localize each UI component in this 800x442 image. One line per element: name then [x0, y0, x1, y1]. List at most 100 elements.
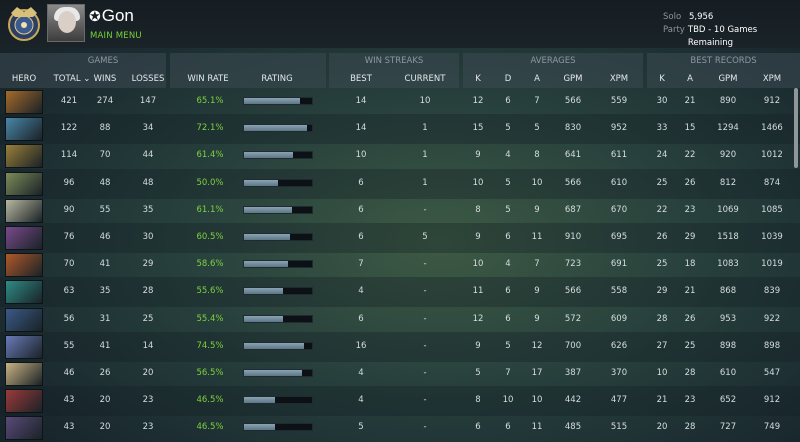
cell-d: 6: [505, 422, 511, 433]
cell-k: 9: [475, 150, 481, 161]
cell-k: 12: [472, 313, 484, 324]
cell-d: 5: [505, 204, 511, 215]
cell-losses: 14: [142, 340, 154, 351]
cell-ba: 28: [684, 368, 696, 378]
table-row[interactable]: 76 46 30 60.5% 6 5 9 6 11 910 695 26 29 1518 1039: [0, 223, 800, 253]
cell-d: 5: [505, 177, 511, 188]
cell-xpm: 691: [610, 259, 628, 270]
cell-total: 122: [60, 123, 78, 134]
cell-d: 10: [502, 395, 514, 406]
cell-losses: 23: [142, 422, 154, 433]
cell-bgpm: 898: [719, 340, 737, 351]
cell-bgpm: 1518: [717, 232, 739, 242]
rating-bar: [243, 124, 313, 133]
table-row[interactable]: 70 41 29 58.6% 7 - 10 4 7 723 691 25 18 1083 1019: [0, 250, 800, 280]
col-streak-current[interactable]: CURRENT: [402, 74, 448, 84]
cell-ba: 18: [684, 259, 696, 270]
hero-portrait-icon[interactable]: [5, 389, 43, 414]
col-streak-best[interactable]: BEST: [346, 74, 376, 84]
col-avg-d[interactable]: D: [500, 74, 516, 84]
cell-total: 114: [60, 150, 78, 161]
hero-portrait-icon[interactable]: [5, 117, 43, 142]
cell-bgpm: 953: [719, 313, 737, 324]
cell-gpm: 442: [564, 395, 582, 406]
cell-bgpm: 610: [719, 368, 737, 378]
col-avg-xpm[interactable]: XPM: [605, 74, 633, 84]
cell-bgpm: 812: [719, 177, 737, 188]
table-row[interactable]: 56 31 25 55.4% 6 - 12 6 9 572 609 28 26 953 922: [0, 305, 800, 335]
table-row[interactable]: 43 20 23 46.5% 5 - 6 6 11 485 515 20 28 727 749: [0, 413, 800, 442]
hero-portrait-icon[interactable]: [5, 334, 43, 359]
rating-bar-fill: [244, 342, 304, 349]
rating-bar: [243, 178, 313, 187]
table-row[interactable]: 90 55 35 61.1% 6 - 8 5 9 687 670 22 23 1069 1085: [0, 196, 800, 226]
table-row[interactable]: 114 70 44 61.4% 10 1 9 4 8 641 611 24 22 920 1012: [0, 141, 800, 171]
hero-portrait-icon[interactable]: [5, 226, 43, 250]
table-row[interactable]: 46 26 20 56.5% 4 - 5 7 17 387 370 10 28 610 547: [0, 359, 800, 389]
cell-bgpm: 920: [719, 150, 737, 161]
cell-k: 10: [472, 177, 484, 188]
col-losses[interactable]: LOSSES: [130, 74, 166, 84]
cell-bxpm: 898: [763, 340, 781, 351]
cell-k: 9: [475, 340, 481, 351]
cell-bxpm: 1466: [761, 123, 783, 134]
table-row[interactable]: 421 274 147 65.1% 14 10 12 6 7 566 559 30 21 890 912: [0, 87, 800, 117]
cell-a: 9: [534, 313, 540, 324]
cell-bgpm: 1294: [717, 123, 739, 134]
hero-portrait-icon[interactable]: [5, 90, 43, 114]
table-row[interactable]: 122 88 34 72.1% 14 1 15 5 5 830 952 33 15 1294 1466: [0, 114, 800, 145]
sort-down-icon: ⌄: [80, 74, 91, 84]
cell-current: -: [423, 286, 427, 297]
col-total[interactable]: TOTAL ⌄: [52, 74, 92, 84]
col-win-rate[interactable]: WIN RATE: [183, 74, 233, 84]
col-avg-gpm[interactable]: GPM: [559, 74, 587, 84]
col-hero[interactable]: HERO: [6, 74, 42, 84]
cell-wins: 55: [99, 204, 111, 215]
rating-bar: [243, 205, 313, 214]
hero-portrait-icon[interactable]: [5, 253, 43, 278]
cell-ba: 26: [684, 177, 696, 188]
player-avatar[interactable]: [47, 4, 85, 42]
hero-portrait-icon[interactable]: [5, 362, 43, 386]
table-row[interactable]: 43 20 23 46.5% 4 - 8 10 10 442 477 21 23 652 912: [0, 386, 800, 417]
col-rating[interactable]: RATING: [252, 74, 302, 84]
cell-ba: 29: [684, 232, 696, 242]
col-best-a[interactable]: A: [682, 74, 698, 84]
cell-bxpm: 839: [763, 286, 781, 297]
hero-portrait-icon[interactable]: [5, 144, 43, 169]
cell-gpm: 566: [564, 286, 582, 297]
cell-current: -: [423, 204, 427, 215]
cell-bgpm: 1083: [717, 259, 739, 270]
rating-bar: [243, 369, 313, 377]
table-row[interactable]: 96 48 48 50.0% 6 1 10 5 10 566 610 25 26 812 874: [0, 168, 800, 199]
col-wins[interactable]: WINS: [90, 74, 120, 84]
col-avg-a[interactable]: A: [529, 74, 545, 84]
cell-current: 10: [419, 96, 431, 106]
cell-wins: 20: [99, 395, 111, 406]
cell-d: 6: [505, 232, 511, 242]
hero-portrait-icon[interactable]: [5, 416, 43, 441]
cell-a: 8: [534, 150, 540, 161]
main-menu-link[interactable]: MAIN MENU: [90, 31, 142, 41]
hero-portrait-icon[interactable]: [5, 198, 43, 223]
cell-xpm: 559: [610, 96, 628, 106]
scrollbar[interactable]: [794, 88, 798, 168]
hero-portrait-icon[interactable]: [5, 280, 43, 305]
cell-best: 5: [358, 422, 364, 433]
hero-portrait-icon[interactable]: [5, 171, 43, 196]
cell-win-rate: 72.1%: [196, 123, 224, 134]
col-best-gpm[interactable]: GPM: [714, 74, 742, 84]
hero-portrait-icon[interactable]: [5, 307, 43, 332]
col-best-k[interactable]: K: [654, 74, 670, 84]
col-best-xpm[interactable]: XPM: [758, 74, 786, 84]
party-label: Party: [663, 25, 685, 35]
col-avg-k[interactable]: K: [470, 74, 486, 84]
table-row[interactable]: 63 35 28 55.6% 4 - 11 6 9 566 558 29 21 868 839: [0, 277, 800, 308]
cell-xpm: 626: [610, 340, 628, 351]
cell-gpm: 700: [564, 340, 582, 351]
cell-bxpm: 1039: [761, 232, 783, 242]
cell-bk: 10: [656, 368, 668, 378]
cell-total: 43: [63, 395, 75, 406]
cell-bk: 20: [656, 422, 668, 433]
table-row[interactable]: 55 41 14 74.5% 16 - 9 5 12 700 626 27 25 898 898: [0, 331, 800, 362]
